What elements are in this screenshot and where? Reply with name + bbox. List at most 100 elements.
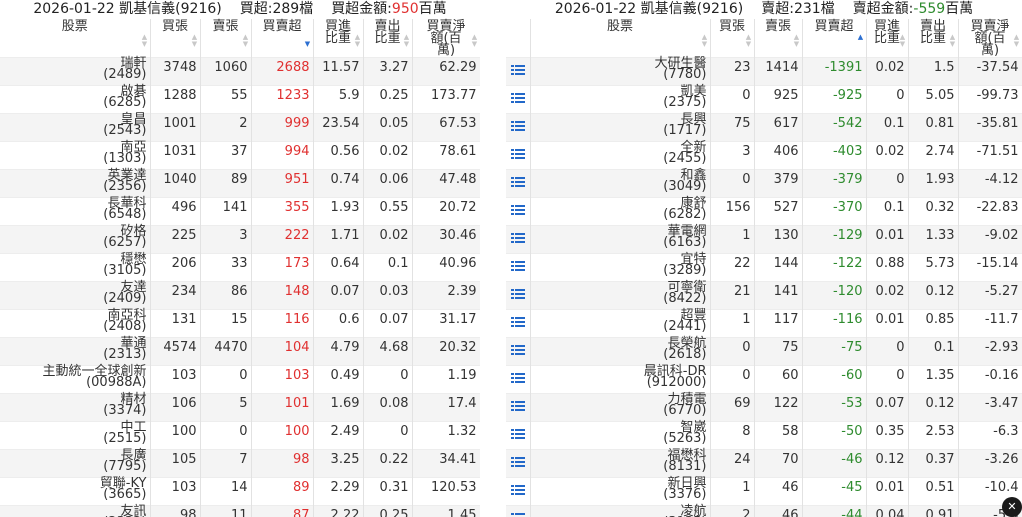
row-menu-cell[interactable] bbox=[506, 197, 531, 226]
list-menu-icon[interactable] bbox=[510, 93, 525, 104]
table-row[interactable]: 南亞科 (2408) 131 15 116 0.6 0.07 31.17 bbox=[0, 309, 480, 338]
table-row[interactable]: 長興 (1717) 75 617 -542 0.1 0.81 -35.81 bbox=[506, 113, 1022, 142]
stock-cell[interactable]: 穩懋 (3105) bbox=[0, 253, 151, 282]
stock-cell[interactable]: 精材 (3374) bbox=[0, 393, 151, 422]
table-row[interactable]: 長廣 (7795) 105 7 98 3.25 0.22 34.41 bbox=[0, 449, 480, 478]
table-row[interactable]: 友訊(2332)9811872.220.251.45 bbox=[0, 505, 480, 517]
stock-cell[interactable]: 矽格 (6257) bbox=[0, 225, 151, 254]
stock-cell[interactable]: 友訊(2332) bbox=[0, 505, 151, 517]
stock-cell[interactable]: 智崴 (5263) bbox=[530, 421, 711, 450]
col-header-net[interactable]: 買賣超 ▲ bbox=[802, 19, 867, 58]
col-header-buy[interactable]: 買張 ▲ ▼ bbox=[710, 19, 755, 58]
row-menu-cell[interactable] bbox=[506, 337, 531, 366]
stock-cell[interactable]: 宜特 (3289) bbox=[530, 253, 711, 282]
table-row[interactable]: 力積電 (6770) 69 122 -53 0.07 0.12 -3.47 bbox=[506, 393, 1022, 422]
list-menu-icon[interactable] bbox=[510, 121, 525, 132]
row-menu-cell[interactable] bbox=[506, 113, 531, 142]
table-row[interactable]: 穩懋 (3105) 206 33 173 0.64 0.1 40.96 bbox=[0, 253, 480, 282]
table-row[interactable]: 中工 (2515) 100 0 100 2.49 0 1.32 bbox=[0, 421, 480, 450]
stock-cell[interactable]: 長廣 (7795) bbox=[0, 449, 151, 478]
table-row[interactable]: 凌航(3135)246-440.040.91-5.4 bbox=[506, 505, 1022, 517]
stock-cell[interactable]: 友達 (2409) bbox=[0, 281, 151, 310]
col-header-buy-ratio[interactable]: 買進比重 ▲ ▼ bbox=[866, 19, 909, 58]
stock-cell[interactable]: 晨訊科-DR (912000) bbox=[530, 365, 711, 394]
stock-cell[interactable]: 啟碁 (6285) bbox=[0, 85, 151, 114]
stock-cell[interactable]: 可寧衛 (8422) bbox=[530, 281, 711, 310]
col-header-net[interactable]: 買賣超 ▼ bbox=[251, 19, 314, 58]
list-menu-icon[interactable] bbox=[510, 513, 525, 517]
table-row[interactable]: 南亞 (1303) 1031 37 994 0.56 0.02 78.61 bbox=[0, 141, 480, 170]
stock-cell[interactable]: 和鑫 (3049) bbox=[530, 169, 711, 198]
table-row[interactable]: 和鑫 (3049) 0 379 -379 0 1.93 -4.12 bbox=[506, 169, 1022, 198]
col-header-sell-ratio[interactable]: 賣出比重 ▲ ▼ bbox=[908, 19, 959, 58]
stock-cell[interactable]: 南亞科 (2408) bbox=[0, 309, 151, 338]
list-menu-icon[interactable] bbox=[510, 345, 525, 356]
col-header-sell-ratio[interactable]: 賣出比重 ▲ ▼ bbox=[363, 19, 413, 58]
table-row[interactable]: 矽格 (6257) 225 3 222 1.71 0.02 30.46 bbox=[0, 225, 480, 254]
stock-cell[interactable]: 康舒 (6282) bbox=[530, 197, 711, 226]
table-row[interactable]: 華通 (2313) 4574 4470 104 4.79 4.68 20.32 bbox=[0, 337, 480, 366]
list-menu-icon[interactable] bbox=[510, 65, 525, 76]
table-row[interactable]: 英業達 (2356) 1040 89 951 0.74 0.06 47.48 bbox=[0, 169, 480, 198]
stock-cell[interactable]: 皇昌 (2543) bbox=[0, 113, 151, 142]
list-menu-icon[interactable] bbox=[510, 177, 525, 188]
col-header-buy-ratio[interactable]: 買進比重 ▲ ▼ bbox=[313, 19, 364, 58]
stock-cell[interactable]: 華通 (2313) bbox=[0, 337, 151, 366]
row-menu-cell[interactable] bbox=[506, 57, 531, 86]
row-menu-cell[interactable] bbox=[506, 449, 531, 478]
stock-cell[interactable]: 全新 (2455) bbox=[530, 141, 711, 170]
row-menu-cell[interactable] bbox=[506, 225, 531, 254]
list-menu-icon[interactable] bbox=[510, 205, 525, 216]
row-menu-cell[interactable] bbox=[506, 421, 531, 450]
list-menu-icon[interactable] bbox=[510, 373, 525, 384]
close-icon[interactable]: ✕ bbox=[1002, 497, 1022, 517]
col-header-sell[interactable]: 賣張 ▲ ▼ bbox=[200, 19, 252, 58]
row-menu-cell[interactable] bbox=[506, 281, 531, 310]
col-header-sell[interactable]: 賣張 ▲ ▼ bbox=[754, 19, 803, 58]
row-menu-cell[interactable] bbox=[506, 309, 531, 338]
row-menu-cell[interactable] bbox=[506, 505, 531, 517]
table-row[interactable]: 智崴 (5263) 8 58 -50 0.35 2.53 -6.3 bbox=[506, 421, 1022, 450]
table-row[interactable]: 晨訊科-DR (912000) 0 60 -60 0 1.35 -0.16 bbox=[506, 365, 1022, 394]
table-row[interactable]: 友達 (2409) 234 86 148 0.07 0.03 2.39 bbox=[0, 281, 480, 310]
col-header-stock[interactable]: 股票 ▲ ▼ bbox=[530, 19, 711, 58]
col-header-net-amount[interactable]: 買賣淨額(百萬) ▲ ▼ bbox=[412, 19, 480, 58]
list-menu-icon[interactable] bbox=[510, 485, 525, 496]
stock-cell[interactable]: 新日興 (3376) bbox=[530, 477, 711, 506]
list-menu-icon[interactable] bbox=[510, 401, 525, 412]
stock-cell[interactable]: 超豐 (2441) bbox=[530, 309, 711, 338]
row-menu-cell[interactable] bbox=[506, 85, 531, 114]
table-row[interactable]: 精材 (3374) 106 5 101 1.69 0.08 17.4 bbox=[0, 393, 480, 422]
stock-cell[interactable]: 福懋科 (8131) bbox=[530, 449, 711, 478]
list-menu-icon[interactable] bbox=[510, 317, 525, 328]
table-row[interactable]: 全新 (2455) 3 406 -403 0.02 2.74 -71.51 bbox=[506, 141, 1022, 170]
stock-cell[interactable]: 大研生醫 (7780) bbox=[530, 57, 711, 86]
table-row[interactable]: 瑞軒 (2489) 3748 1060 2688 11.57 3.27 62.29 bbox=[0, 57, 480, 86]
col-header-stock[interactable]: 股票 ▲ ▼ bbox=[0, 19, 151, 58]
table-row[interactable]: 凱美 (2375) 0 925 -925 0 5.05 -99.73 bbox=[506, 85, 1022, 114]
row-menu-cell[interactable] bbox=[506, 477, 531, 506]
stock-cell[interactable]: 長榮航 (2618) bbox=[530, 337, 711, 366]
table-row[interactable]: 康舒 (6282) 156 527 -370 0.1 0.32 -22.83 bbox=[506, 197, 1022, 226]
table-row[interactable]: 長華科 (6548) 496 141 355 1.93 0.55 20.72 bbox=[0, 197, 480, 226]
col-header-buy[interactable]: 買張 ▲ ▼ bbox=[150, 19, 201, 58]
stock-cell[interactable]: 力積電 (6770) bbox=[530, 393, 711, 422]
table-row[interactable]: 新日興 (3376) 1 46 -45 0.01 0.51 -10.4 bbox=[506, 477, 1022, 506]
table-row[interactable]: 超豐 (2441) 1 117 -116 0.01 0.85 -11.7 bbox=[506, 309, 1022, 338]
stock-cell[interactable]: 長華科 (6548) bbox=[0, 197, 151, 226]
list-menu-icon[interactable] bbox=[510, 289, 525, 300]
stock-cell[interactable]: 凱美 (2375) bbox=[530, 85, 711, 114]
list-menu-icon[interactable] bbox=[510, 429, 525, 440]
table-row[interactable]: 福懋科 (8131) 24 70 -46 0.12 0.37 -3.26 bbox=[506, 449, 1022, 478]
list-menu-icon[interactable] bbox=[510, 149, 525, 160]
row-menu-cell[interactable] bbox=[506, 365, 531, 394]
list-menu-icon[interactable] bbox=[510, 261, 525, 272]
col-header-net-amount[interactable]: 買賣淨額(百萬) ▲ ▼ bbox=[958, 19, 1022, 58]
table-row[interactable]: 皇昌 (2543) 1001 2 999 23.54 0.05 67.53 bbox=[0, 113, 480, 142]
stock-cell[interactable]: 中工 (2515) bbox=[0, 421, 151, 450]
stock-cell[interactable]: 英業達 (2356) bbox=[0, 169, 151, 198]
stock-cell[interactable]: 貿聯-KY (3665) bbox=[0, 477, 151, 506]
table-row[interactable]: 貿聯-KY (3665) 103 14 89 2.29 0.31 120.53 bbox=[0, 477, 480, 506]
table-row[interactable]: 宜特 (3289) 22 144 -122 0.88 5.73 -15.14 bbox=[506, 253, 1022, 282]
stock-cell[interactable]: 瑞軒 (2489) bbox=[0, 57, 151, 86]
